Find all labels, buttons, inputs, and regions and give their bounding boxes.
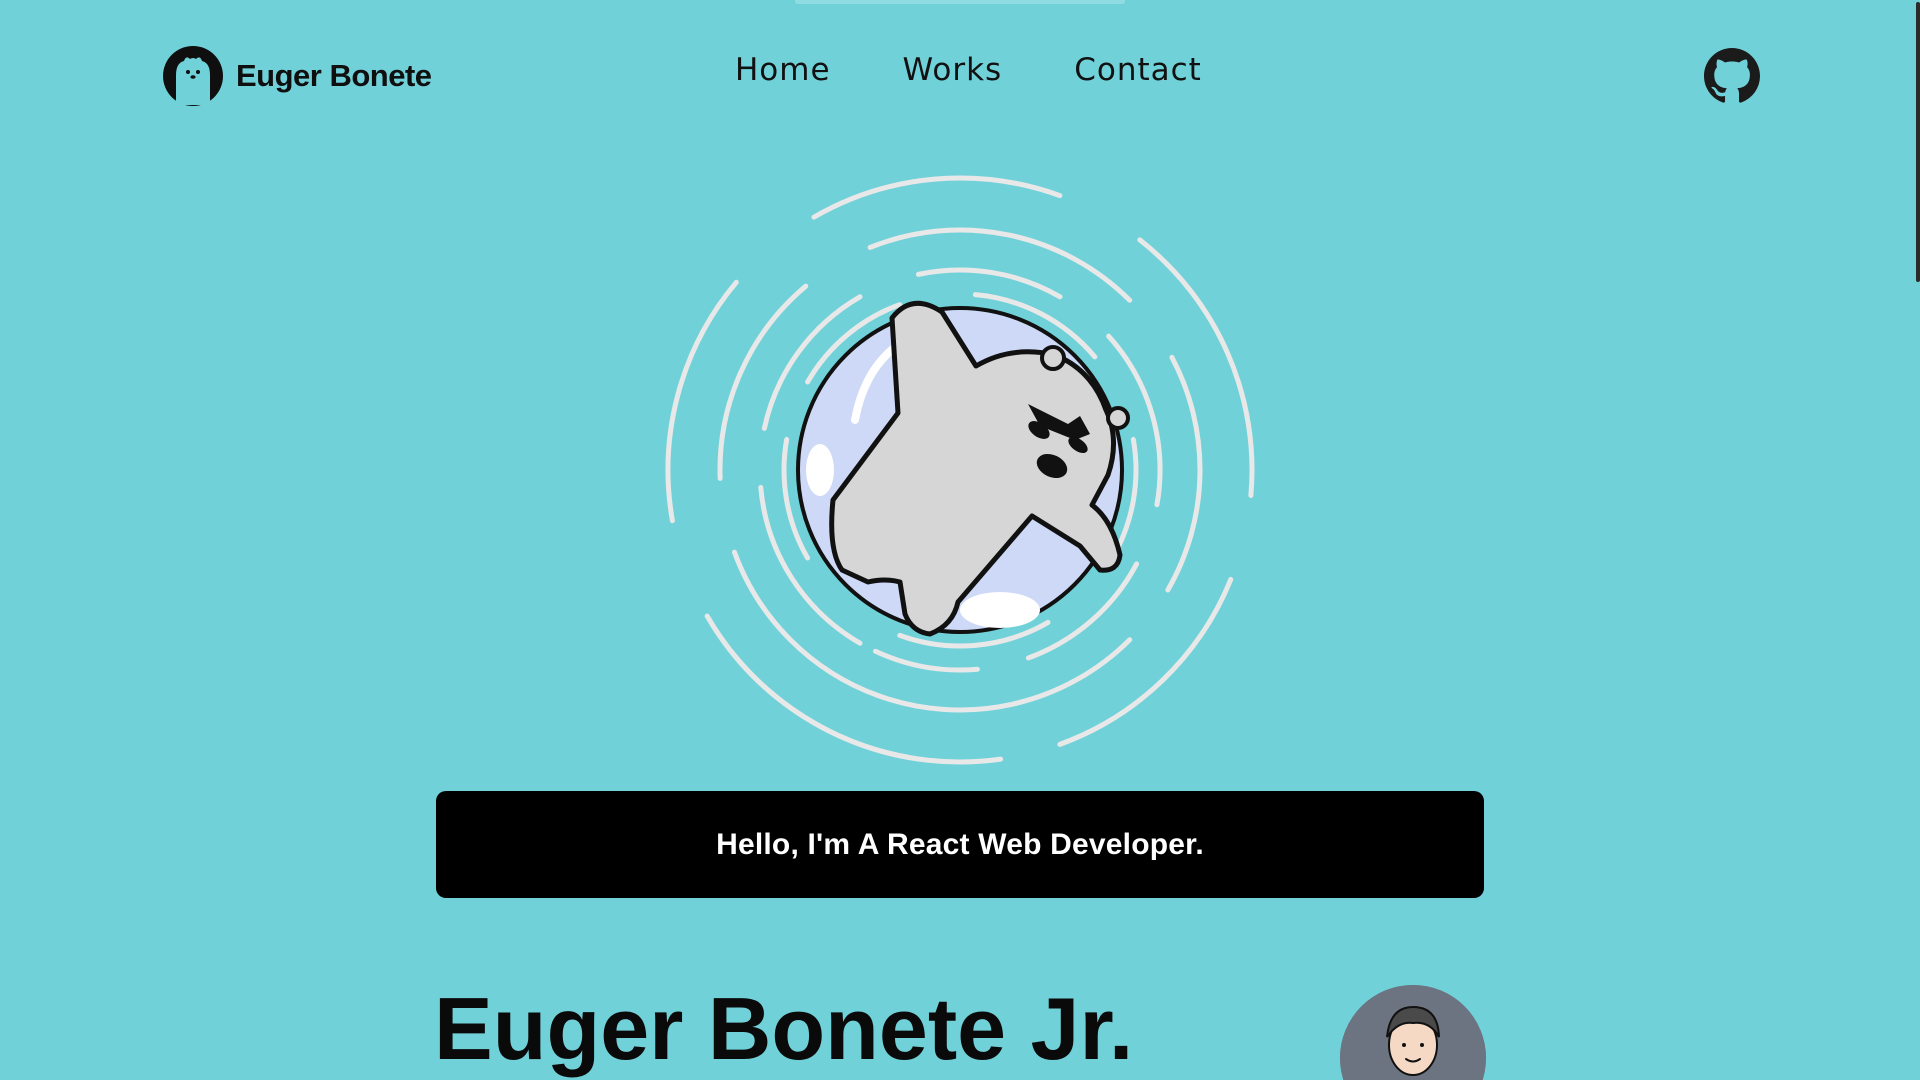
ring-arc-0-2 — [915, 267, 1063, 300]
scrollbar-thumb[interactable] — [1916, 2, 1920, 282]
polar-bear-bubble-illustration — [665, 175, 1255, 765]
nav-contact-link[interactable]: Contact — [1074, 52, 1202, 88]
businessman-avatar-icon — [1340, 985, 1486, 1080]
greeting-text: Hello, I'm A React Web Developer. — [716, 827, 1204, 861]
nav-works-link[interactable]: Works — [903, 52, 1003, 88]
github-link[interactable] — [1704, 48, 1760, 104]
ring-arc-2-11 — [704, 613, 912, 761]
ring-arc-2-14 — [1137, 237, 1255, 498]
site-header: Euger Bonete Home Works Contact — [0, 0, 1915, 152]
nav-home-link[interactable]: Home — [735, 52, 831, 88]
ring-arc-1-10 — [875, 637, 1133, 713]
ring-arc-1-8 — [867, 227, 1133, 303]
ring-arc-2-15 — [1057, 576, 1234, 747]
ring-arc-1-7 — [717, 283, 809, 481]
profile-name-heading: Euger Bonete Jr. — [434, 979, 1134, 1078]
github-icon — [1704, 48, 1760, 103]
hero-illustration — [660, 170, 1260, 770]
profile-avatar — [1340, 985, 1486, 1080]
polar-bear-logo-icon — [163, 46, 223, 106]
brand-name: Euger Bonete — [236, 58, 432, 93]
ring-arc-2-12 — [665, 279, 739, 524]
main-nav: Home Works Contact — [735, 52, 1202, 88]
brand-home-link[interactable]: Euger Bonete — [162, 45, 432, 107]
ring-arc-1-9 — [1165, 354, 1203, 593]
greeting-banner: Hello, I'm A React Web Developer. — [436, 791, 1484, 898]
ring-arc-0-5 — [872, 648, 980, 673]
ring-arc-2-13 — [811, 175, 1063, 220]
